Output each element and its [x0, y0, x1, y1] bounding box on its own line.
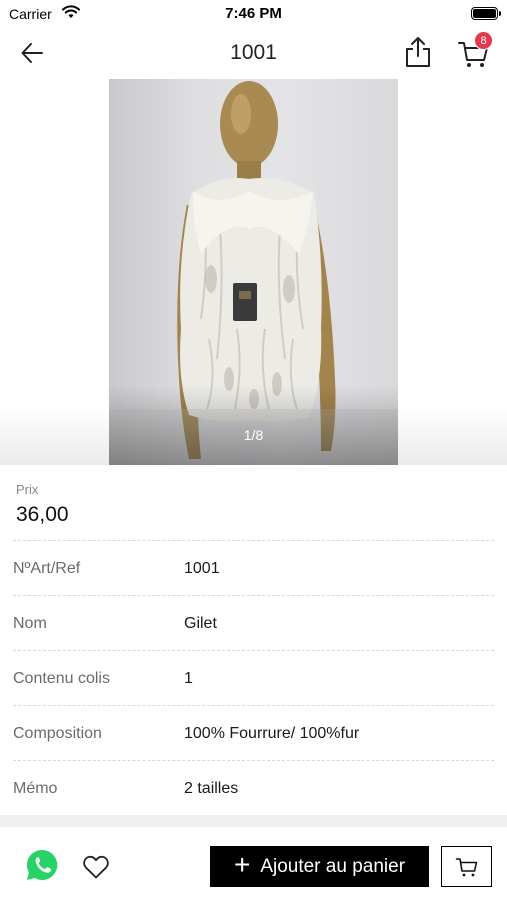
attr-value: Gilet — [184, 615, 217, 632]
plus-icon: + — [233, 849, 251, 880]
whatsapp-icon[interactable] — [25, 848, 59, 882]
status-bar: Carrier 7:46 PM — [0, 0, 507, 28]
product-attributes: NºArt/Ref 1001 Nom Gilet Contenu colis 1… — [0, 540, 507, 815]
add-to-cart-button[interactable]: + Ajouter au panier — [210, 846, 429, 887]
share-icon[interactable] — [402, 35, 434, 69]
battery-icon — [471, 7, 501, 20]
attr-value: 1001 — [184, 560, 220, 577]
nav-bar: 1001 — [0, 28, 507, 78]
attr-row-name: Nom Gilet — [13, 595, 494, 650]
attr-label: NºArt/Ref — [13, 560, 81, 577]
attr-value: 2 tailles — [184, 780, 239, 797]
bottom-action-bar: + Ajouter au panier — [0, 827, 507, 900]
product-image-gallery[interactable]: 1/8 — [0, 78, 507, 465]
attr-value: 1 — [184, 670, 193, 687]
section-divider — [0, 815, 507, 827]
attr-row-memo: Mémo 2 tailles — [13, 760, 494, 815]
attr-value: 100% Fourrure/ 100%fur — [184, 725, 360, 742]
product-photo[interactable] — [109, 79, 398, 465]
price-value: 36,00 — [16, 503, 69, 526]
price-label: Prix — [16, 482, 39, 497]
image-page-indicator: 1/8 — [243, 427, 264, 443]
attr-row-ref: NºArt/Ref 1001 — [13, 540, 494, 595]
add-to-cart-label: Ajouter au panier — [260, 855, 406, 877]
price-section: Prix 36,00 — [0, 465, 507, 541]
photo-bottom-shade — [109, 385, 398, 465]
attr-label: Nom — [13, 615, 47, 632]
heart-icon[interactable] — [82, 854, 110, 880]
attr-label: Contenu colis — [13, 670, 110, 687]
attr-label: Composition — [13, 725, 102, 742]
clock: 7:46 PM — [225, 5, 282, 22]
attr-label: Mémo — [13, 780, 58, 797]
view-cart-button[interactable] — [441, 846, 492, 887]
cart-icon — [455, 857, 477, 876]
attr-row-composition: Composition 100% Fourrure/ 100%fur — [13, 705, 494, 760]
cart-count-badge: 8 — [474, 31, 493, 50]
attr-row-package-content: Contenu colis 1 — [13, 650, 494, 705]
